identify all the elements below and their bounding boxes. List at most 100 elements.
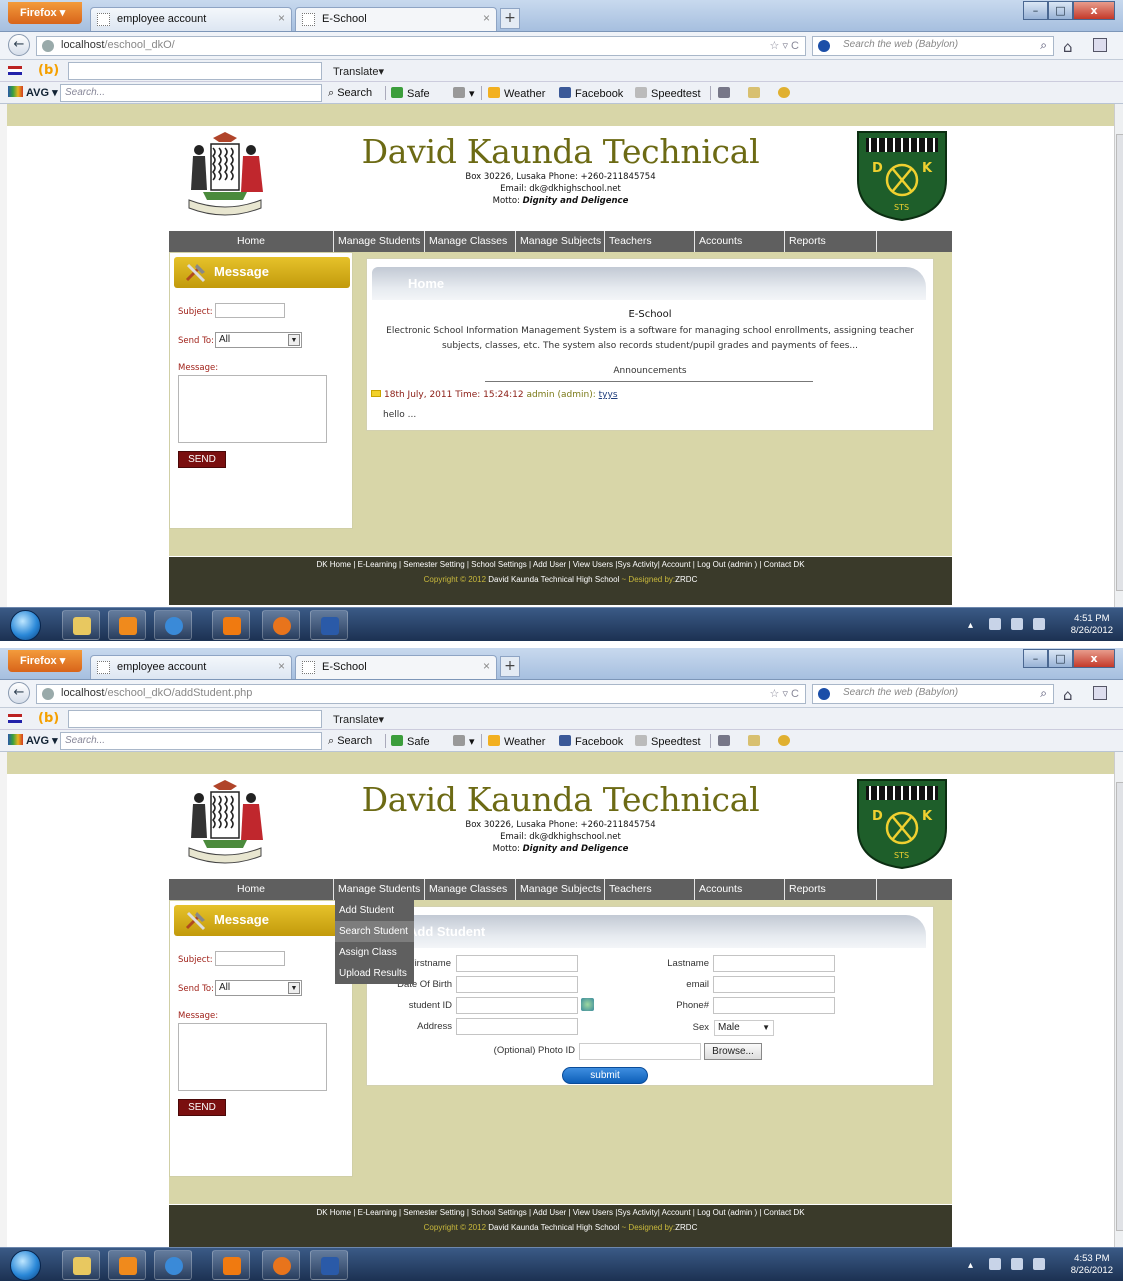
taskbar-ie[interactable] [154,610,192,640]
home-icon[interactable]: ⌂ [1063,686,1073,704]
magnifier-icon[interactable] [778,87,794,100]
facebook-button[interactable]: Facebook [559,87,623,100]
firefox-menu-button[interactable]: Firefox ▾ [8,2,82,24]
back-arrow-icon[interactable]: ← [8,682,30,704]
avg-logo[interactable]: AVG ▾ [8,86,58,99]
close-tab-icon[interactable]: × [483,659,490,673]
sendto-select[interactable]: All ▼ [215,980,302,996]
web-search-input[interactable]: Search the web (Babylon) ⌕ [812,36,1054,56]
sex-select[interactable]: Male ▼ [714,1020,774,1036]
close-window-icon[interactable]: x [1073,649,1115,668]
announcement-link[interactable]: tyys [599,390,618,400]
weather-button[interactable]: Weather [488,87,545,100]
calculator-icon[interactable] [718,87,734,100]
calculator-icon[interactable] [718,735,734,748]
network-icon[interactable] [1011,618,1023,630]
volume-icon[interactable] [1033,1258,1045,1270]
taskbar-explorer[interactable] [62,610,100,640]
menu-manage-subjects[interactable]: Manage Subjects [516,231,605,252]
tab-eschool[interactable]: E-School × [295,7,497,31]
address-input[interactable] [456,1018,578,1035]
volume-icon[interactable] [1033,618,1045,630]
photo-file-input[interactable] [579,1043,701,1060]
search-icon[interactable]: ⌕ [1040,38,1047,53]
network-icon[interactable] [1011,1258,1023,1270]
maximize-icon[interactable]: □ [1048,1,1073,20]
dropdown-upload-results[interactable]: Upload Results [335,963,414,984]
new-tab-button[interactable]: + [500,8,520,29]
menu-home[interactable]: Home [169,879,334,900]
flag-icon[interactable] [8,66,22,75]
taskbar-media[interactable] [108,610,146,640]
url-bar[interactable]: localhost/eschool_dkO/addStudent.php ☆ ▿… [36,684,806,704]
close-tab-icon[interactable]: × [278,659,285,673]
minimize-icon[interactable]: – [1023,649,1048,668]
menu-reports[interactable]: Reports [785,879,877,900]
menu-manage-classes[interactable]: Manage Classes [425,231,516,252]
dob-input[interactable] [456,976,578,993]
firstname-input[interactable] [456,955,578,972]
subject-input[interactable] [215,951,285,966]
avg-search-input[interactable]: Search... [60,84,322,102]
generate-id-icon[interactable] [581,998,594,1011]
menu-manage-classes[interactable]: Manage Classes [425,879,516,900]
notepad-icon[interactable] [748,87,764,100]
close-tab-icon[interactable]: × [278,11,285,25]
safe-button[interactable]: Safe [391,87,430,100]
menu-manage-students[interactable]: Manage Students [334,231,425,252]
menu-teachers[interactable]: Teachers [605,231,695,252]
minimize-icon[interactable]: – [1023,1,1048,20]
phone-input[interactable] [713,997,835,1014]
message-textarea[interactable] [178,1023,327,1091]
menu-teachers[interactable]: Teachers [605,879,695,900]
maximize-icon[interactable]: □ [1048,649,1073,668]
safe-button[interactable]: Safe [391,735,430,748]
taskbar-firefox[interactable] [262,610,300,640]
avg-search-button[interactable]: ⌕ Search [328,87,372,100]
subject-input[interactable] [215,303,285,318]
clock[interactable]: 4:53 PM 8/26/2012 [1071,1253,1113,1277]
taskbar-ie[interactable] [154,1250,192,1280]
avg-search-input[interactable]: Search... [60,732,322,750]
taskbar-explorer[interactable] [62,1250,100,1280]
menu-accounts[interactable]: Accounts [695,879,785,900]
vertical-scrollbar[interactable] [1114,752,1123,1281]
babylon-logo-icon[interactable]: (b) [38,711,59,726]
tab-eschool[interactable]: E-School × [295,655,497,679]
translate-button[interactable]: Translate▾ [333,713,384,726]
speedtest-button[interactable]: Speedtest [635,735,701,748]
translate-input[interactable] [68,62,322,80]
flag-icon[interactable] [8,714,22,723]
search-icon[interactable]: ⌕ [1040,686,1047,701]
dropdown-assign-class[interactable]: Assign Class [335,942,414,963]
flag-tray-icon[interactable] [989,1258,1001,1270]
menu-home[interactable]: Home [169,231,334,252]
menu-reports[interactable]: Reports [785,231,877,252]
taskbar-media[interactable] [108,1250,146,1280]
start-button[interactable] [10,610,41,641]
avg-search-button[interactable]: ⌕ Search [328,735,372,748]
send-button[interactable]: SEND [178,451,226,468]
notepad-icon[interactable] [748,735,764,748]
close-tab-icon[interactable]: × [483,11,490,25]
home-icon[interactable]: ⌂ [1063,38,1073,56]
weather-button[interactable]: Weather [488,735,545,748]
message-textarea[interactable] [178,375,327,443]
lastname-input[interactable] [713,955,835,972]
student-id-input[interactable] [456,997,578,1014]
babylon-logo-icon[interactable]: (b) [38,63,59,78]
send-button[interactable]: SEND [178,1099,226,1116]
url-bar[interactable]: localhost/eschool_dkO/ ☆ ▿ C [36,36,806,56]
back-arrow-icon[interactable]: ← [8,34,30,56]
bookmarks-icon[interactable] [1093,686,1107,700]
facebook-button[interactable]: Facebook [559,735,623,748]
taskbar-word[interactable] [310,1250,348,1280]
bookmark-star-icon[interactable]: ☆ ▿ C [770,39,799,52]
speedtest-button[interactable]: Speedtest [635,87,701,100]
tab-employee-account[interactable]: employee account × [90,7,292,31]
translate-input[interactable] [68,710,322,728]
web-search-input[interactable]: Search the web (Babylon) ⌕ [812,684,1054,704]
footer-links[interactable]: DK Home | E-Learning | Semester Setting … [169,557,952,569]
close-window-icon[interactable]: x [1073,1,1115,20]
taskbar-word[interactable] [310,610,348,640]
